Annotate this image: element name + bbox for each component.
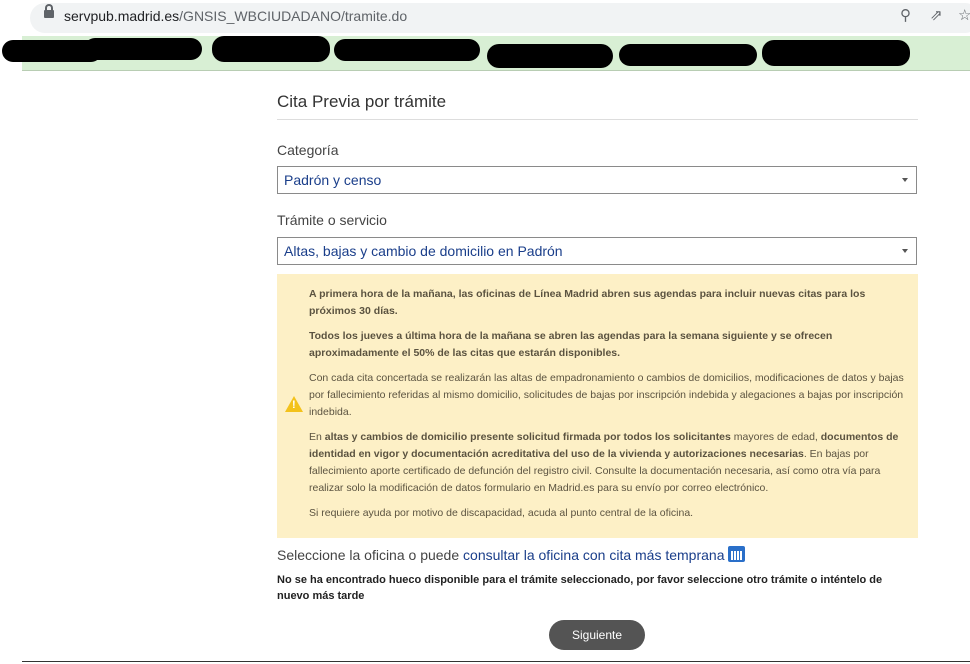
notice-text: En (309, 431, 325, 443)
share-icon[interactable]: ⇗ (930, 8, 943, 24)
lock-icon[interactable] (44, 4, 54, 18)
redacted-bookmark (334, 39, 480, 61)
notice-paragraph: A primera hora de la mañana, las oficina… (309, 288, 866, 317)
chevron-down-icon (902, 249, 908, 253)
notice-text: mayores de edad, (730, 431, 821, 443)
category-select[interactable]: Padrón y censo (277, 166, 917, 194)
magnifier-icon[interactable]: ⚲ (900, 8, 911, 24)
notice-paragraph: Con cada cita concertada se realizarán l… (309, 372, 904, 418)
service-label: Trámite o servicio (277, 212, 387, 228)
info-notice: ! A primera hora de la mañana, las ofici… (277, 274, 918, 538)
page-title: Cita Previa por trámite (277, 88, 918, 120)
category-label: Categoría (277, 142, 339, 158)
next-button[interactable]: Siguiente (549, 620, 645, 650)
url-domain: servpub.madrid.es (64, 8, 180, 24)
redacted-bookmark (487, 44, 613, 68)
browser-toolbar: servpub.madrid.es/GNSIS_WBCIUDADANO/tram… (0, 0, 970, 36)
notice-paragraph: En altas y cambios de domicilio presente… (309, 429, 909, 497)
appointment-form: Cita Previa por trámite Categoría Padrón… (277, 88, 918, 650)
service-select[interactable]: Altas, bajas y cambio de domicilio en Pa… (277, 237, 917, 265)
bookmarks-bar (2, 36, 970, 71)
notice-text-bold: altas y cambios de domicilio presente so… (324, 431, 731, 443)
service-value: Altas, bajas y cambio de domicilio en Pa… (284, 243, 563, 259)
office-selection-line: Seleccione la oficina o puede consultar … (277, 546, 745, 563)
category-value: Padrón y censo (284, 172, 382, 188)
redacted-bookmark (84, 38, 202, 60)
divider (22, 661, 970, 662)
chevron-down-icon (902, 178, 908, 182)
no-slot-message: No se ha encontrado hueco disponible par… (277, 574, 883, 602)
url-path: /GNSIS_WBCIUDADANO/tramite.do (179, 8, 408, 24)
redacted-bookmark (619, 44, 757, 66)
url-text[interactable]: servpub.madrid.es/GNSIS_WBCIUDADANO/tram… (64, 8, 407, 24)
redacted-bookmark (212, 36, 330, 62)
star-icon[interactable]: ☆ (958, 8, 970, 24)
notice-paragraph: Todos los jueves a última hora de la mañ… (309, 330, 833, 359)
redacted-bookmark (762, 40, 910, 66)
warning-icon: ! (285, 396, 303, 412)
calendar-icon[interactable] (727, 546, 745, 562)
office-prefix: Seleccione la oficina o puede (277, 547, 464, 563)
earliest-office-link[interactable]: consultar la oficina con cita más tempra… (463, 547, 724, 563)
notice-paragraph: Si requiere ayuda por motivo de discapac… (309, 507, 694, 519)
